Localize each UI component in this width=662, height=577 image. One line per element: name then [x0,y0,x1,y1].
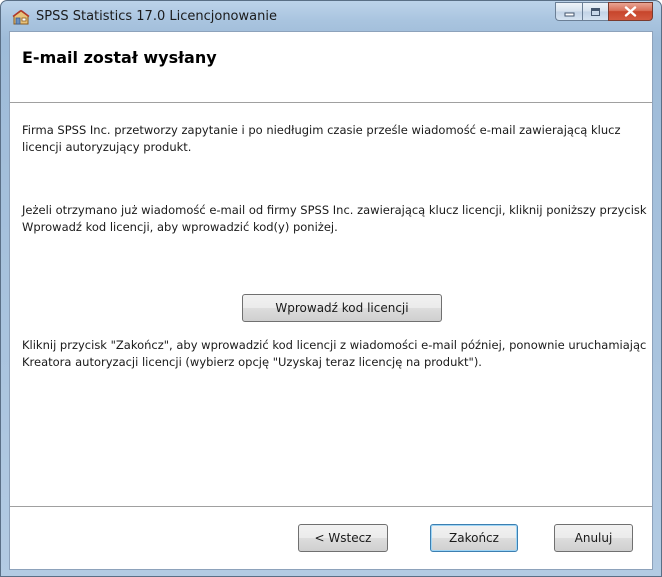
license-wizard-icon [12,9,30,26]
info-paragraph-received: Jeżeli otrzymano już wiadomość e-mail od… [22,203,647,234]
wizard-content: E-mail został wysłany Firma SPSS Inc. pr… [9,31,653,570]
license-wizard-window: SPSS Statistics 17.0 Licencjonowanie E-m… [0,0,662,577]
wizard-footer: < Wstecz Zakończ Anuluj [10,508,652,569]
title-bar[interactable]: SPSS Statistics 17.0 Licencjonowanie [1,1,661,31]
maximize-button[interactable] [582,2,608,21]
back-button[interactable]: < Wstecz [298,524,388,552]
maximize-icon [590,2,601,21]
info-paragraph-finish: Kliknij przycisk "Zakończ", aby wprowadz… [22,338,647,369]
enter-license-code-button[interactable]: Wprowadź kod licencji [242,294,442,322]
minimize-button[interactable] [555,2,582,21]
page-title: E-mail został wysłany [22,48,217,67]
window-controls [555,2,653,22]
close-icon [624,2,637,21]
info-paragraph-processing: Firma SPSS Inc. przetworzy zapytanie i p… [22,123,621,154]
header-divider [10,102,652,104]
minimize-icon [564,2,575,21]
cancel-button[interactable]: Anuluj [554,524,633,552]
window-title: SPSS Statistics 17.0 Licencjonowanie [36,9,277,24]
wizard-header: E-mail został wysłany [10,32,652,102]
finish-button[interactable]: Zakończ [430,524,518,552]
close-button[interactable] [608,2,653,21]
